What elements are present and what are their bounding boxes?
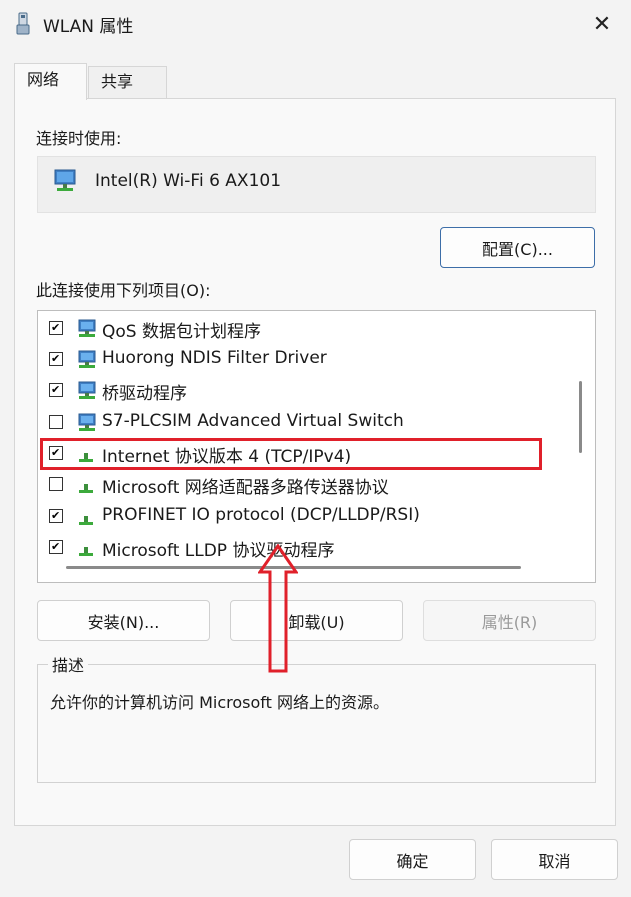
item-label: S7-PLCSIM Advanced Virtual Switch	[102, 411, 404, 431]
item-label: Microsoft 网络适配器多路传送器协议	[102, 478, 389, 498]
description-group: 描述 允许你的计算机访问 Microsoft 网络上的资源。	[37, 652, 596, 783]
description-text: 允许你的计算机访问 Microsoft 网络上的资源。	[50, 693, 389, 712]
adapter-name: Intel(R) Wi-Fi 6 AX101	[95, 171, 282, 191]
close-button[interactable]: ✕	[587, 10, 617, 38]
uninstall-button[interactable]: 卸载(U)	[230, 600, 403, 641]
network-adapter-icon	[16, 12, 30, 35]
network-icon	[54, 169, 76, 191]
description-legend: 描述	[48, 652, 89, 676]
list-item[interactable]: 桥驱动程序	[38, 375, 568, 406]
item-label: PROFINET IO protocol (DCP/LLDP/RSI)	[102, 505, 420, 525]
close-icon: ✕	[592, 11, 612, 37]
network-icon	[78, 413, 96, 431]
annotation-arrow-icon	[258, 544, 298, 673]
items-label: 此连接使用下列项目(O):	[36, 281, 211, 300]
properties-button[interactable]: 属性(R)	[423, 600, 596, 641]
tab-sharing[interactable]: 共享	[88, 66, 167, 98]
adapter-box: Intel(R) Wi-Fi 6 AX101	[37, 156, 596, 213]
item-checkbox[interactable]	[49, 321, 63, 335]
item-checkbox[interactable]	[49, 509, 63, 523]
list-item[interactable]: Microsoft 网络适配器多路传送器协议	[38, 469, 568, 500]
tab-network[interactable]: 网络	[14, 63, 87, 100]
window-title: WLAN 属性	[43, 17, 134, 37]
cancel-button[interactable]: 取消	[491, 839, 618, 880]
item-checkbox[interactable]	[49, 383, 63, 397]
item-checkbox[interactable]	[49, 540, 63, 554]
protocol-icon	[79, 484, 93, 493]
network-icon	[78, 381, 96, 399]
ok-button[interactable]: 确定	[349, 839, 476, 880]
list-item[interactable]: Microsoft LLDP 协议驱动程序	[38, 532, 568, 563]
item-label: Huorong NDIS Filter Driver	[102, 348, 327, 368]
annotation-highlight-box	[40, 438, 542, 470]
configure-button[interactable]: 配置(C)...	[440, 227, 595, 268]
item-label: QoS 数据包计划程序	[102, 322, 261, 342]
connect-using-label: 连接时使用:	[36, 129, 122, 148]
list-item[interactable]: QoS 数据包计划程序	[38, 313, 568, 344]
item-checkbox[interactable]	[49, 352, 63, 366]
protocol-icon	[79, 516, 93, 525]
vertical-scrollbar[interactable]	[579, 381, 582, 453]
protocol-icon	[79, 547, 93, 556]
list-item[interactable]: Huorong NDIS Filter Driver	[38, 344, 568, 375]
list-item[interactable]: S7-PLCSIM Advanced Virtual Switch	[38, 407, 568, 438]
item-label: Microsoft LLDP 协议驱动程序	[102, 541, 335, 561]
install-button[interactable]: 安装(N)...	[37, 600, 210, 641]
network-icon	[78, 319, 96, 337]
title-bar: WLAN 属性 ✕	[0, 0, 631, 48]
item-checkbox[interactable]	[49, 477, 63, 491]
list-item[interactable]: PROFINET IO protocol (DCP/LLDP/RSI)	[38, 501, 568, 532]
network-icon	[78, 350, 96, 368]
item-label: 桥驱动程序	[102, 384, 187, 404]
item-checkbox[interactable]	[49, 415, 63, 429]
